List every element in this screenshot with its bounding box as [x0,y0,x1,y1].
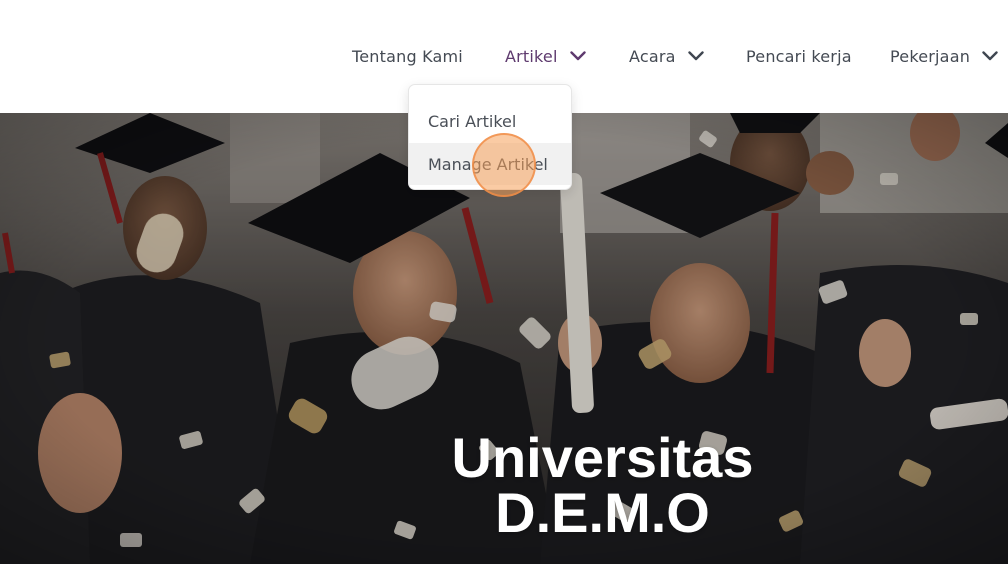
dropdown-item-cari-artikel[interactable]: Cari Artikel [409,101,571,141]
nav-item-label: Acara [629,46,676,66]
dropdown-item-manage-artikel[interactable]: Manage Artikel [409,143,571,185]
dropdown-item-label: Manage Artikel [428,154,548,174]
hero-title-line-2: D.E.M.O [495,481,710,544]
nav-item-pencari-kerja[interactable]: Pencari kerja [746,44,852,68]
nav-item-label: Pencari kerja [746,46,852,66]
nav-item-artikel[interactable]: Artikel [505,44,586,68]
hero-title: Universitas D.E.M.O [0,426,1008,544]
artikel-dropdown-menu: Cari Artikel Manage Artikel [408,84,572,190]
hero-title-line-1: Universitas [451,426,754,489]
chevron-down-icon [982,51,998,61]
nav-item-pekerjaan[interactable]: Pekerjaan [890,44,998,68]
nav-item-label: Tentang Kami [352,46,463,66]
chevron-down-icon [569,51,586,61]
nav-item-label: Pekerjaan [890,46,971,66]
nav-item-label: Artikel [505,46,558,66]
dropdown-item-label: Cari Artikel [428,111,517,131]
nav-item-tentang-kami[interactable]: Tentang Kami [352,44,463,68]
nav-item-acara[interactable]: Acara [629,44,704,68]
chevron-down-icon [687,51,704,61]
